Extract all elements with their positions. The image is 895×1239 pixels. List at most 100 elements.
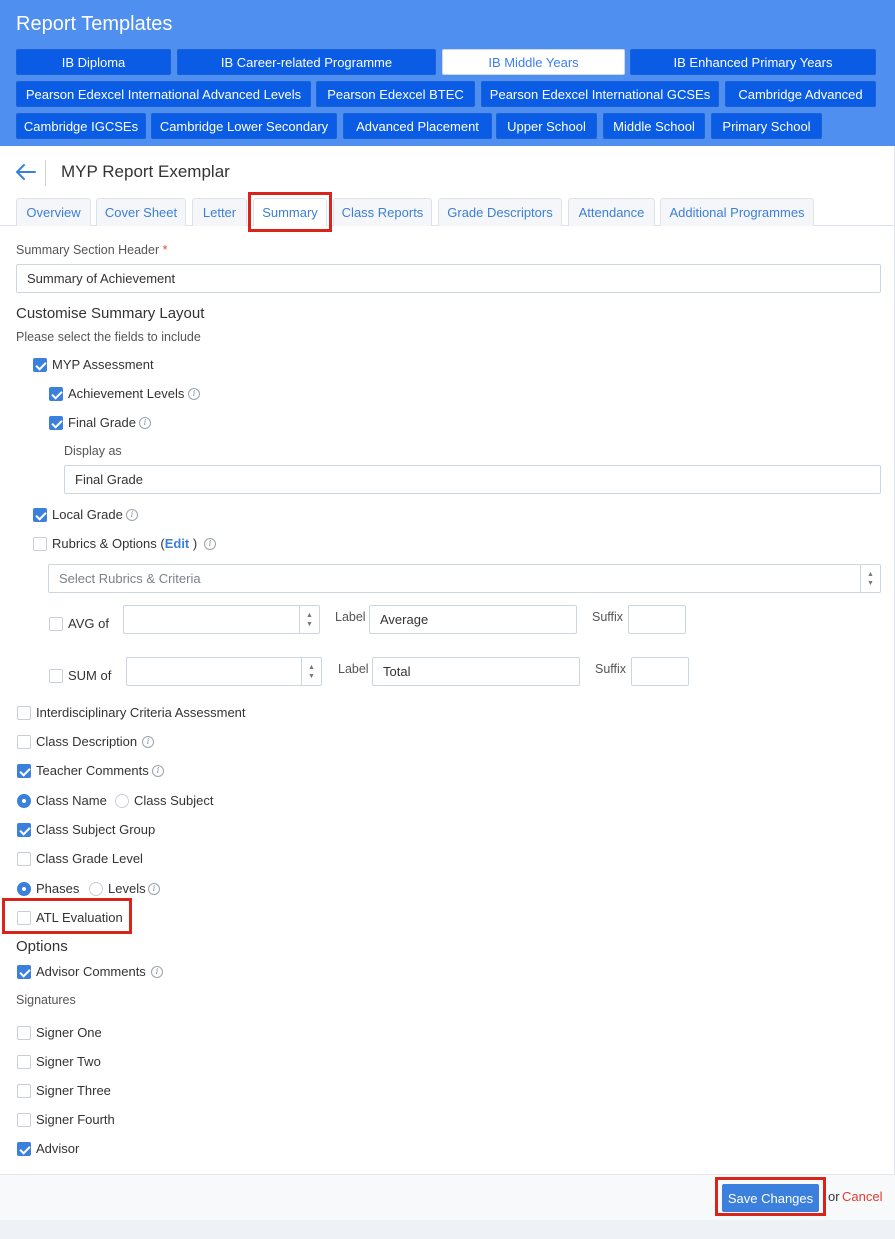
signer-two-checkbox[interactable] [17, 1055, 31, 1069]
tab-letter[interactable]: Letter [192, 198, 247, 226]
final-grade-checkbox[interactable] [49, 416, 63, 430]
avg-checkbox[interactable] [49, 617, 63, 631]
class-subject-group-checkbox[interactable] [17, 823, 31, 837]
info-icon[interactable]: i [151, 966, 163, 978]
class-grade-level-checkbox[interactable] [17, 852, 31, 866]
template-middle-school[interactable]: Middle School [603, 113, 705, 139]
advisor-signer-checkbox[interactable] [17, 1142, 31, 1156]
template-upper-school[interactable]: Upper School [496, 113, 597, 139]
tab-attendance[interactable]: Attendance [568, 198, 655, 226]
class-subject-radio[interactable] [115, 794, 129, 808]
advisor-comments-checkbox[interactable] [17, 965, 31, 979]
signatures-title: Signatures [16, 993, 76, 1007]
final-grade-label: Final Grade [68, 415, 136, 430]
options-title: Options [16, 938, 68, 955]
advisor-comments-label: Advisor Comments [36, 964, 146, 979]
class-name-radio[interactable] [17, 794, 31, 808]
avg-suffix-input[interactable] [628, 605, 686, 634]
template-ib-enhanced-primary[interactable]: IB Enhanced Primary Years [630, 49, 876, 75]
info-icon[interactable]: i [126, 509, 138, 521]
achievement-levels-checkbox[interactable] [49, 387, 63, 401]
sum-label-input[interactable]: Total [372, 657, 580, 686]
template-cambridge-igcse[interactable]: Cambridge IGCSEs [16, 113, 146, 139]
template-pearson-igcse[interactable]: Pearson Edexcel International GCSEs [481, 81, 719, 107]
chevron-updown-icon: ▲ ▼ [299, 606, 319, 633]
teacher-comments-label: Teacher Comments [36, 763, 149, 778]
highlight-atl-evaluation [2, 898, 132, 934]
advisor-signer-label: Advisor [36, 1141, 80, 1156]
sum-checkbox[interactable] [49, 669, 63, 683]
sum-select[interactable] [126, 657, 322, 686]
report-templates-header: Report Templates IB Diploma IB Career-re… [0, 0, 895, 146]
avg-select[interactable] [123, 605, 320, 634]
info-icon[interactable]: i [204, 538, 216, 550]
teacher-comments-checkbox[interactable] [17, 764, 31, 778]
highlight-save-button [715, 1177, 826, 1216]
tab-overview[interactable]: Overview [16, 198, 91, 226]
myp-assessment-label: MYP Assessment [52, 357, 154, 372]
signer-three-checkbox[interactable] [17, 1084, 31, 1098]
or-text: or [828, 1189, 840, 1204]
tab-class-reports[interactable]: Class Reports [333, 198, 432, 226]
class-name-label: Class Name [36, 793, 107, 808]
template-primary-school[interactable]: Primary School [711, 113, 822, 139]
template-ib-career-related[interactable]: IB Career-related Programme [177, 49, 436, 75]
signer-one-label: Signer One [36, 1025, 102, 1040]
rubrics-options-label: Rubrics & Options (Edit ) [52, 536, 198, 551]
back-arrow-icon[interactable] [14, 160, 38, 184]
avg-label-text: Label [335, 610, 366, 624]
info-icon[interactable]: i [148, 883, 160, 895]
summary-header-input[interactable]: Summary of Achievement [16, 264, 881, 293]
chevron-updown-icon: ▲ ▼ [301, 658, 321, 685]
levels-radio[interactable] [89, 882, 103, 896]
achievement-levels-label: Achievement Levels [68, 386, 185, 401]
avg-label-input[interactable]: Average [369, 605, 577, 634]
tab-grade-descriptors[interactable]: Grade Descriptors [438, 198, 562, 226]
rubrics-criteria-select[interactable]: Select Rubrics & Criteria [48, 564, 881, 593]
signer-fourth-checkbox[interactable] [17, 1113, 31, 1127]
template-ib-diploma[interactable]: IB Diploma [16, 49, 171, 75]
template-advanced-placement[interactable]: Advanced Placement [343, 113, 492, 139]
interdisciplinary-checkbox[interactable] [17, 706, 31, 720]
myp-assessment-checkbox[interactable] [33, 358, 47, 372]
signer-two-label: Signer Two [36, 1054, 101, 1069]
tab-cover-sheet[interactable]: Cover Sheet [96, 198, 186, 226]
info-icon[interactable]: i [152, 765, 164, 777]
title-divider [45, 160, 46, 186]
customise-layout-title: Customise Summary Layout [16, 305, 205, 322]
customise-layout-hint: Please select the fields to include [16, 330, 201, 344]
rubrics-edit-link[interactable]: Edit [165, 536, 190, 551]
class-grade-level-label: Class Grade Level [36, 851, 143, 866]
class-subject-label: Class Subject [134, 793, 214, 808]
info-icon[interactable]: i [142, 736, 154, 748]
levels-label: Levels [108, 881, 146, 896]
rubrics-options-checkbox[interactable] [33, 537, 47, 551]
signer-fourth-label: Signer Fourth [36, 1112, 115, 1127]
display-as-input[interactable]: Final Grade [64, 465, 881, 494]
template-ib-middle-years[interactable]: IB Middle Years [442, 49, 625, 75]
interdisciplinary-label: Interdisciplinary Criteria Assessment [36, 705, 246, 720]
sum-suffix-input[interactable] [631, 657, 689, 686]
local-grade-checkbox[interactable] [33, 508, 47, 522]
class-description-checkbox[interactable] [17, 735, 31, 749]
template-cambridge-lower-secondary[interactable]: Cambridge Lower Secondary [151, 113, 337, 139]
sum-suffix-text: Suffix [595, 662, 627, 676]
sum-label-text: Label [338, 662, 369, 676]
header-title: Report Templates [16, 13, 173, 35]
template-pearson-ial[interactable]: Pearson Edexcel International Advanced L… [16, 81, 311, 107]
signer-one-checkbox[interactable] [17, 1026, 31, 1040]
cancel-link[interactable]: Cancel [842, 1189, 882, 1204]
summary-header-label: Summary Section Header * [16, 243, 168, 257]
signer-three-label: Signer Three [36, 1083, 111, 1098]
phases-label: Phases [36, 881, 80, 896]
local-grade-label: Local Grade [52, 507, 123, 522]
phases-radio[interactable] [17, 882, 31, 896]
template-pearson-btec[interactable]: Pearson Edexcel BTEC [316, 81, 475, 107]
template-cambridge-advanced[interactable]: Cambridge Advanced [725, 81, 876, 107]
info-icon[interactable]: i [188, 388, 200, 400]
tab-additional-programmes[interactable]: Additional Programmes [660, 198, 814, 226]
info-icon[interactable]: i [139, 417, 151, 429]
avg-suffix-text: Suffix [592, 610, 624, 624]
sum-label: SUM of [68, 668, 112, 683]
display-as-label: Display as [64, 444, 122, 458]
